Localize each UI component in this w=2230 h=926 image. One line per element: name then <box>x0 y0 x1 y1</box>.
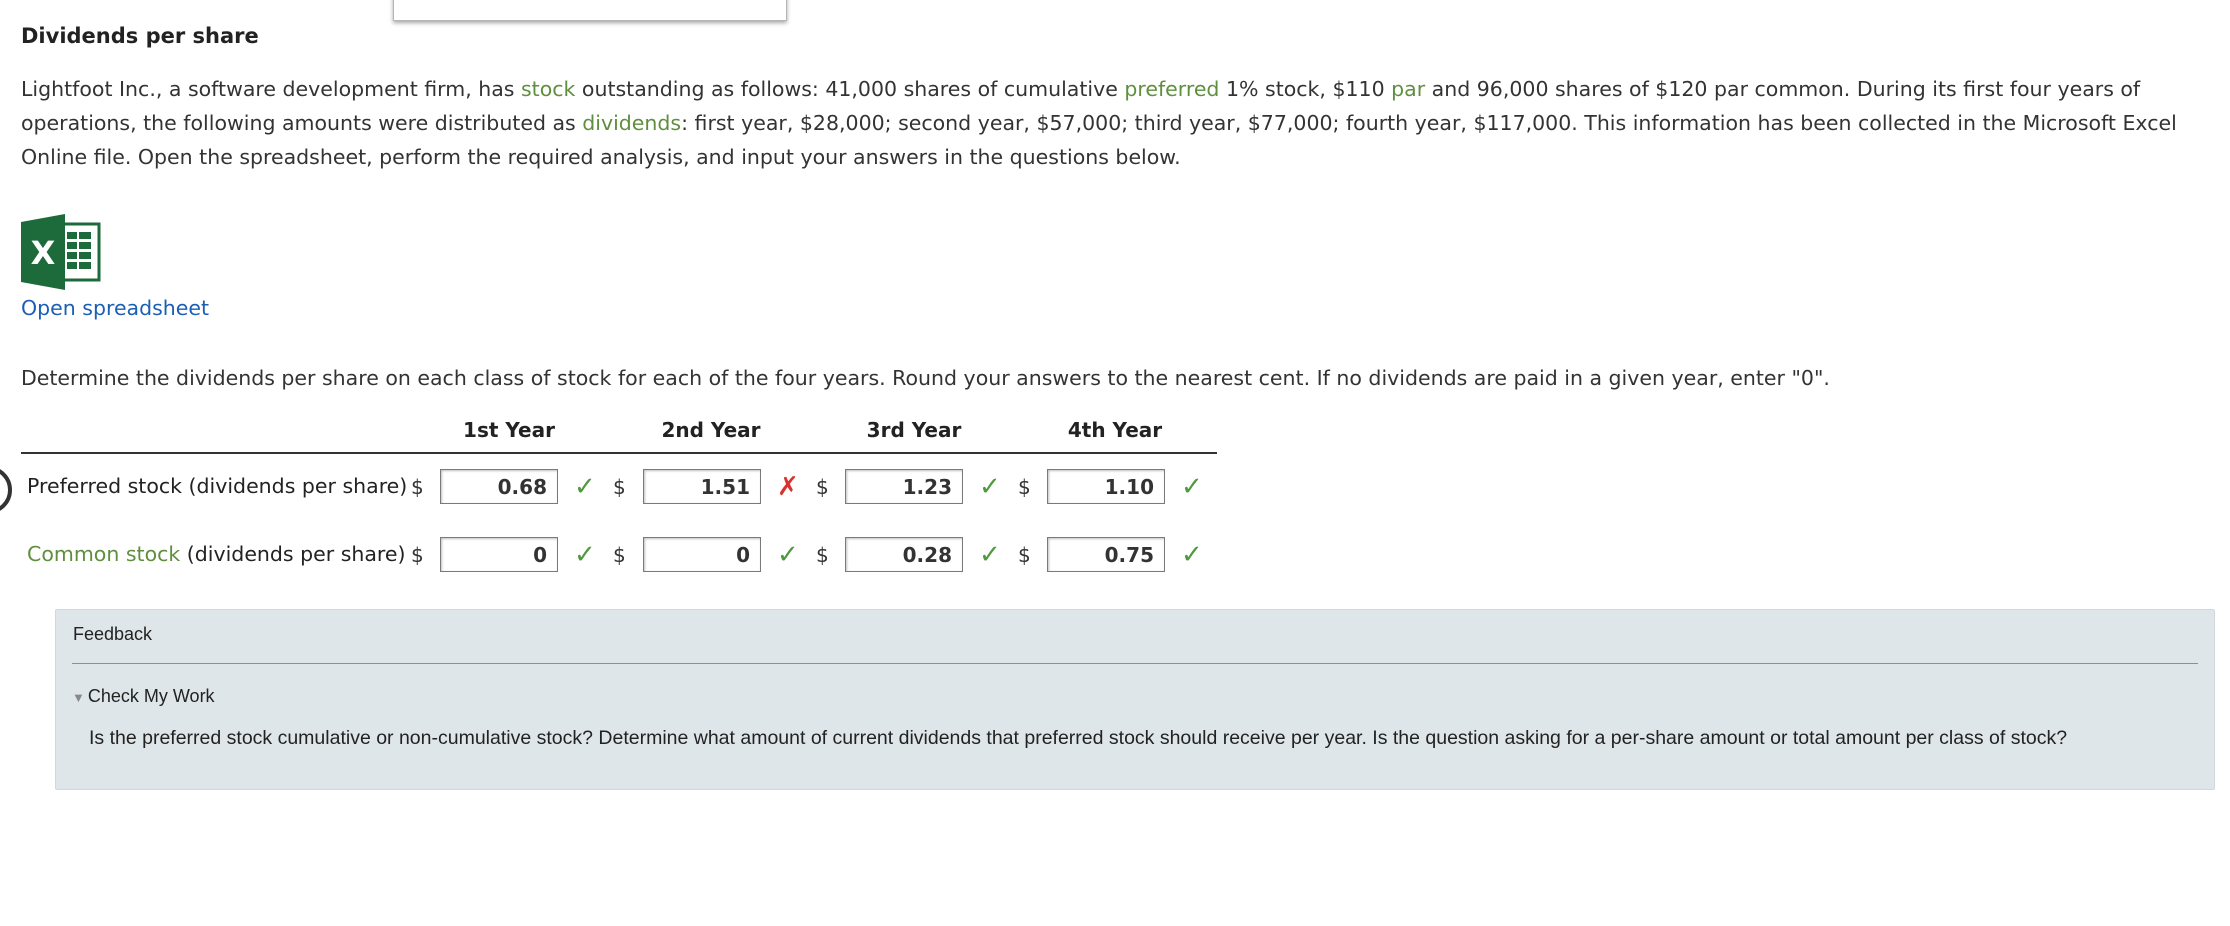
cross-icon: ✗ <box>777 472 799 502</box>
excel-icon[interactable]: X <box>21 214 101 290</box>
preferred-year-1-input[interactable] <box>440 469 558 504</box>
keyword-dividends[interactable]: dividends <box>582 111 681 135</box>
dollar-sign: $ <box>411 543 424 567</box>
popup-edge <box>393 0 787 21</box>
check-icon: ✓ <box>574 472 596 502</box>
preferred-year-2-input[interactable] <box>643 469 761 504</box>
table-header-rule <box>21 452 1217 454</box>
triangle-down-icon: ▼ <box>72 690 85 705</box>
row-label-preferred: Preferred stock (dividends per share) <box>27 474 408 498</box>
preferred-year-4-input[interactable] <box>1047 469 1165 504</box>
common-year-1-input[interactable] <box>440 537 558 572</box>
column-header-year-1: 1st Year <box>463 418 555 442</box>
dollar-sign: $ <box>1018 543 1031 567</box>
excel-icon-letter: X <box>31 234 56 272</box>
preferred-year-3-input[interactable] <box>845 469 963 504</box>
open-spreadsheet-link[interactable]: Open spreadsheet <box>21 296 209 320</box>
instruction-text: Determine the dividends per share on eac… <box>21 366 1830 390</box>
common-year-4-input[interactable] <box>1047 537 1165 572</box>
keyword-par[interactable]: par <box>1391 77 1425 101</box>
check-icon: ✓ <box>574 540 596 570</box>
check-icon: ✓ <box>1181 540 1203 570</box>
feedback-panel: Feedback ▼ Check My Work Is the preferred… <box>55 609 2215 790</box>
dollar-sign: $ <box>411 475 424 499</box>
keyword-common-stock[interactable]: Common stock <box>27 542 180 566</box>
dollar-sign: $ <box>816 475 829 499</box>
check-icon: ✓ <box>979 472 1001 502</box>
column-header-year-4: 4th Year <box>1067 418 1163 442</box>
common-year-3-input[interactable] <box>845 537 963 572</box>
row-label-common: Common stock (dividends per share) <box>27 542 406 566</box>
check-my-work-toggle[interactable]: ▼ Check My Work <box>72 686 215 707</box>
column-header-year-3: 3rd Year <box>866 418 962 442</box>
check-icon: ✓ <box>1181 472 1203 502</box>
clipped-circle-widget[interactable] <box>0 466 12 514</box>
page-title: Dividends per share <box>21 24 259 48</box>
check-my-work-label: Check My Work <box>87 686 215 706</box>
dollar-sign: $ <box>613 475 626 499</box>
dollar-sign: $ <box>816 543 829 567</box>
keyword-stock[interactable]: stock <box>521 77 575 101</box>
feedback-divider <box>72 663 2198 664</box>
column-header-year-2: 2nd Year <box>661 418 761 442</box>
common-year-2-input[interactable] <box>643 537 761 572</box>
dollar-sign: $ <box>613 543 626 567</box>
dollar-sign: $ <box>1018 475 1031 499</box>
keyword-preferred[interactable]: preferred <box>1124 77 1219 101</box>
check-icon: ✓ <box>777 540 799 570</box>
feedback-title: Feedback <box>73 624 153 644</box>
problem-description: Lightfoot Inc., a software development f… <box>21 77 2177 169</box>
feedback-hint-text: Is the preferred stock cumulative or non… <box>89 727 2068 749</box>
check-icon: ✓ <box>979 540 1001 570</box>
